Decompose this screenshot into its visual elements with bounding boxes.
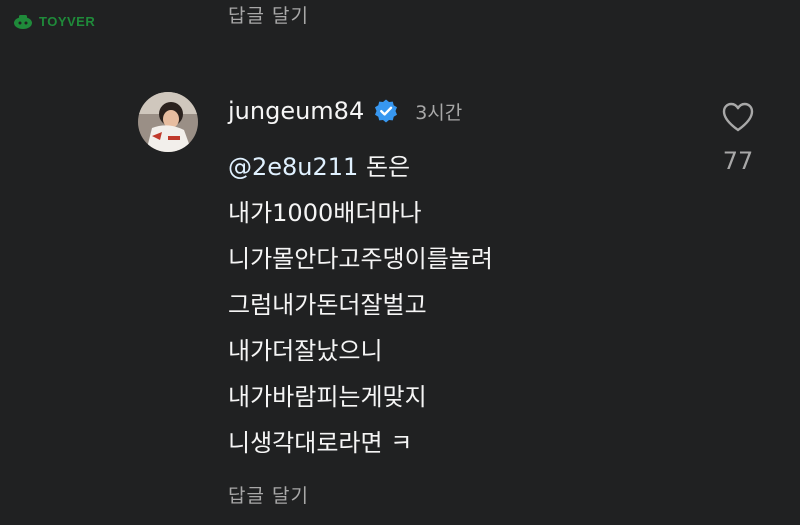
comment-line: @2e8u211 돈은: [228, 144, 688, 190]
username[interactable]: jungeum84: [228, 97, 364, 125]
comment-line: 내가1000배더마나: [228, 199, 422, 227]
watermark: TOYVER: [12, 12, 95, 30]
watermark-text: TOYVER: [39, 13, 96, 29]
comment-screen: TOYVER 답글 달기 jungeum84 3시간 @2e8u211 돈은 내…: [0, 0, 800, 525]
comment-header: jungeum84 3시간: [228, 91, 462, 131]
reply-button[interactable]: 답글 달기: [228, 481, 309, 508]
comment-line: 내가더잘났으니: [228, 337, 383, 365]
profile-photo: [138, 92, 198, 152]
like-count: 77: [722, 147, 754, 175]
comment-line: 니생각대로라면 ㅋ: [228, 429, 413, 457]
mention-link[interactable]: @2e8u211: [228, 153, 358, 181]
comment-line-text: 돈은: [358, 153, 411, 181]
verified-badge-icon: [373, 98, 399, 124]
comment-line: 내가바람피는게맞지: [228, 383, 427, 411]
heart-outline-icon[interactable]: [721, 101, 755, 133]
comment-line: 그럼내가돈더잘벌고: [228, 291, 427, 319]
comment-text: @2e8u211 돈은 내가1000배더마나 니가몰안다고주댕이를놀려 그럼내가…: [228, 144, 688, 466]
toyver-logo-icon: [14, 15, 32, 29]
comment-line: 니가몰안다고주댕이를놀려: [228, 245, 493, 273]
avatar[interactable]: [138, 92, 198, 152]
like-section: 77: [716, 101, 760, 175]
comment-timestamp: 3시간: [415, 101, 463, 124]
reply-button-previous[interactable]: 답글 달기: [228, 1, 309, 28]
